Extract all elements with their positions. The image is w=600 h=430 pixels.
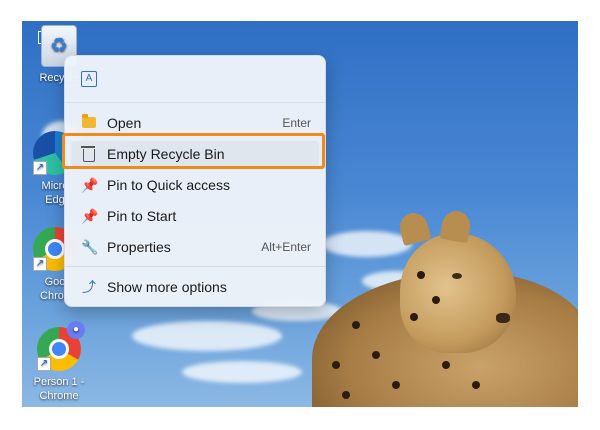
pin-icon: 📌 <box>81 208 99 224</box>
desktop-icon-label: Person 1 - Chrome <box>33 376 85 402</box>
menu-item-show-more-options[interactable]: ⤴ Show more options <box>65 272 325 302</box>
folder-icon <box>81 114 97 131</box>
menu-item-label: Pin to Quick access <box>107 177 230 193</box>
shortcut-arrow-icon: ↗ <box>33 161 47 175</box>
cloud <box>132 321 282 351</box>
cheetah-eye <box>452 273 462 279</box>
menu-item-pin-start[interactable]: 📌 Pin to Start <box>65 201 325 231</box>
cheetah-head <box>400 233 516 353</box>
pin-icon: 📌 <box>81 177 99 193</box>
menu-item-label: Show more options <box>107 279 227 295</box>
shortcut-arrow-icon: ↗ <box>33 257 47 271</box>
rename-icon[interactable]: A <box>81 71 97 87</box>
menu-separator <box>65 266 325 267</box>
cloud <box>322 231 412 257</box>
highlight-outline <box>62 133 325 169</box>
cloud <box>182 361 302 383</box>
context-menu: A Open Enter Empty Recycle Bin 📌 Pin to … <box>64 55 326 307</box>
menu-item-pin-quick-access[interactable]: 📌 Pin to Quick access <box>65 170 325 200</box>
menu-item-properties[interactable]: 🔧 Properties Alt+Enter <box>65 232 325 262</box>
menu-item-shortcut: Alt+Enter <box>261 240 311 254</box>
wrench-icon: 🔧 <box>81 239 99 255</box>
menu-item-label: Properties <box>107 239 171 255</box>
shortcut-arrow-icon: ↗ <box>37 357 51 371</box>
chrome-icon: ● ↗ <box>37 321 85 371</box>
desktop-icon-chrome-profile[interactable]: ● ↗ Person 1 - Chrome <box>24 321 94 403</box>
menu-item-shortcut: Enter <box>282 116 311 130</box>
menu-quick-actions: A <box>65 56 325 103</box>
cheetah-ear <box>439 208 473 244</box>
person-icon: ● <box>67 321 85 339</box>
menu-item-label: Pin to Start <box>107 208 177 224</box>
menu-item-label: Open <box>107 115 142 131</box>
share-icon: ⤴ <box>82 279 96 295</box>
cheetah-nose <box>496 313 510 323</box>
